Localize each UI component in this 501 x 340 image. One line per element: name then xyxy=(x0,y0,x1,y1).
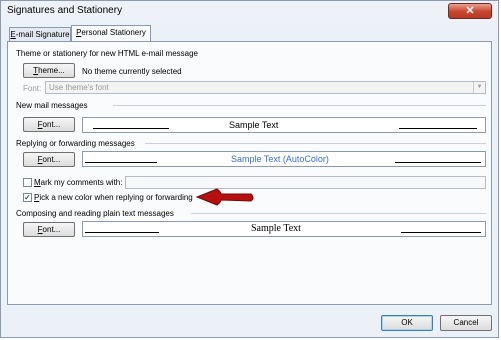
new-mail-font-button[interactable]: Font... xyxy=(23,117,75,132)
tab-personal-stationery[interactable]: Personal Stationery xyxy=(71,25,151,42)
tab-email-signature-label: -mail Signature xyxy=(15,30,70,39)
replying-font-label: ont... xyxy=(42,155,61,164)
theme-font-select[interactable]: Use theme's font ▼ xyxy=(45,81,486,94)
theme-font-select-value: Use theme's font xyxy=(49,83,109,92)
plain-text-font-button[interactable]: Font... xyxy=(23,222,75,237)
replying-font-button[interactable]: Font... xyxy=(23,152,75,167)
plain-text-sample-text: Sample Text xyxy=(251,223,301,234)
plain-text-section-label: Composing and reading plain text message… xyxy=(16,209,174,218)
title-bar: Signatures and Stationery ✕ xyxy=(1,1,498,21)
theme-status-text: No theme currently selected xyxy=(82,67,182,76)
plain-text-font-label: ont... xyxy=(42,225,61,234)
tab-personal-stationery-label: ersonal Stationery xyxy=(81,28,146,37)
cancel-button[interactable]: Cancel xyxy=(440,315,492,331)
replying-section-label: Replying or forwarding messages xyxy=(16,139,135,148)
pick-color-label: Pick a new color when replying or forwar… xyxy=(34,193,193,202)
replying-sample-preview: Sample Text (AutoColor) xyxy=(82,151,486,167)
new-mail-font-label: ont... xyxy=(42,120,61,129)
chevron-down-icon: ▼ xyxy=(473,82,485,93)
red-arrow-icon xyxy=(195,188,254,206)
pick-color-text: ick a new color when replying or forward… xyxy=(39,193,193,202)
sample-line-right xyxy=(399,128,477,129)
close-icon: ✕ xyxy=(465,5,475,17)
new-mail-section-label: New mail messages xyxy=(16,101,88,110)
new-mail-sample-text: Sample Text xyxy=(229,120,279,130)
theme-button[interactable]: Theme... xyxy=(23,63,75,78)
sample-line-left xyxy=(85,162,157,163)
font-label: Font: xyxy=(23,84,42,93)
plain-text-sample-preview: Sample Text xyxy=(82,221,486,237)
mark-comments-label: Mark my comments with: xyxy=(34,178,122,187)
checkmark-icon: ✓ xyxy=(24,193,31,202)
new-mail-sample-preview: Sample Text xyxy=(82,117,486,133)
tab-email-signature[interactable]: E-mail Signature xyxy=(9,27,71,41)
theme-section-label: Theme or stationery for new HTML e-mail … xyxy=(16,49,198,58)
mark-comments-checkbox[interactable] xyxy=(23,178,32,187)
close-button[interactable]: ✕ xyxy=(448,3,492,19)
sample-line-left xyxy=(93,128,169,129)
sample-line-right xyxy=(395,162,481,163)
window-title: Signatures and Stationery xyxy=(7,5,123,16)
sample-line-left xyxy=(85,232,159,233)
mark-comments-input[interactable] xyxy=(125,176,486,189)
sample-line-right xyxy=(401,232,481,233)
replying-divider xyxy=(145,143,486,144)
ok-button[interactable]: OK xyxy=(381,315,433,331)
pick-color-checkbox[interactable]: ✓ xyxy=(23,193,32,202)
plain-text-divider xyxy=(191,213,486,214)
replying-sample-text: Sample Text (AutoColor) xyxy=(231,154,329,164)
theme-button-label: heme... xyxy=(38,66,65,75)
mark-comments-mnemonic: M xyxy=(34,178,41,187)
signatures-dialog: Signatures and Stationery ✕ E-mail Signa… xyxy=(0,0,499,338)
mark-comments-text: ark my comments with: xyxy=(40,178,123,187)
new-mail-divider xyxy=(113,105,486,106)
